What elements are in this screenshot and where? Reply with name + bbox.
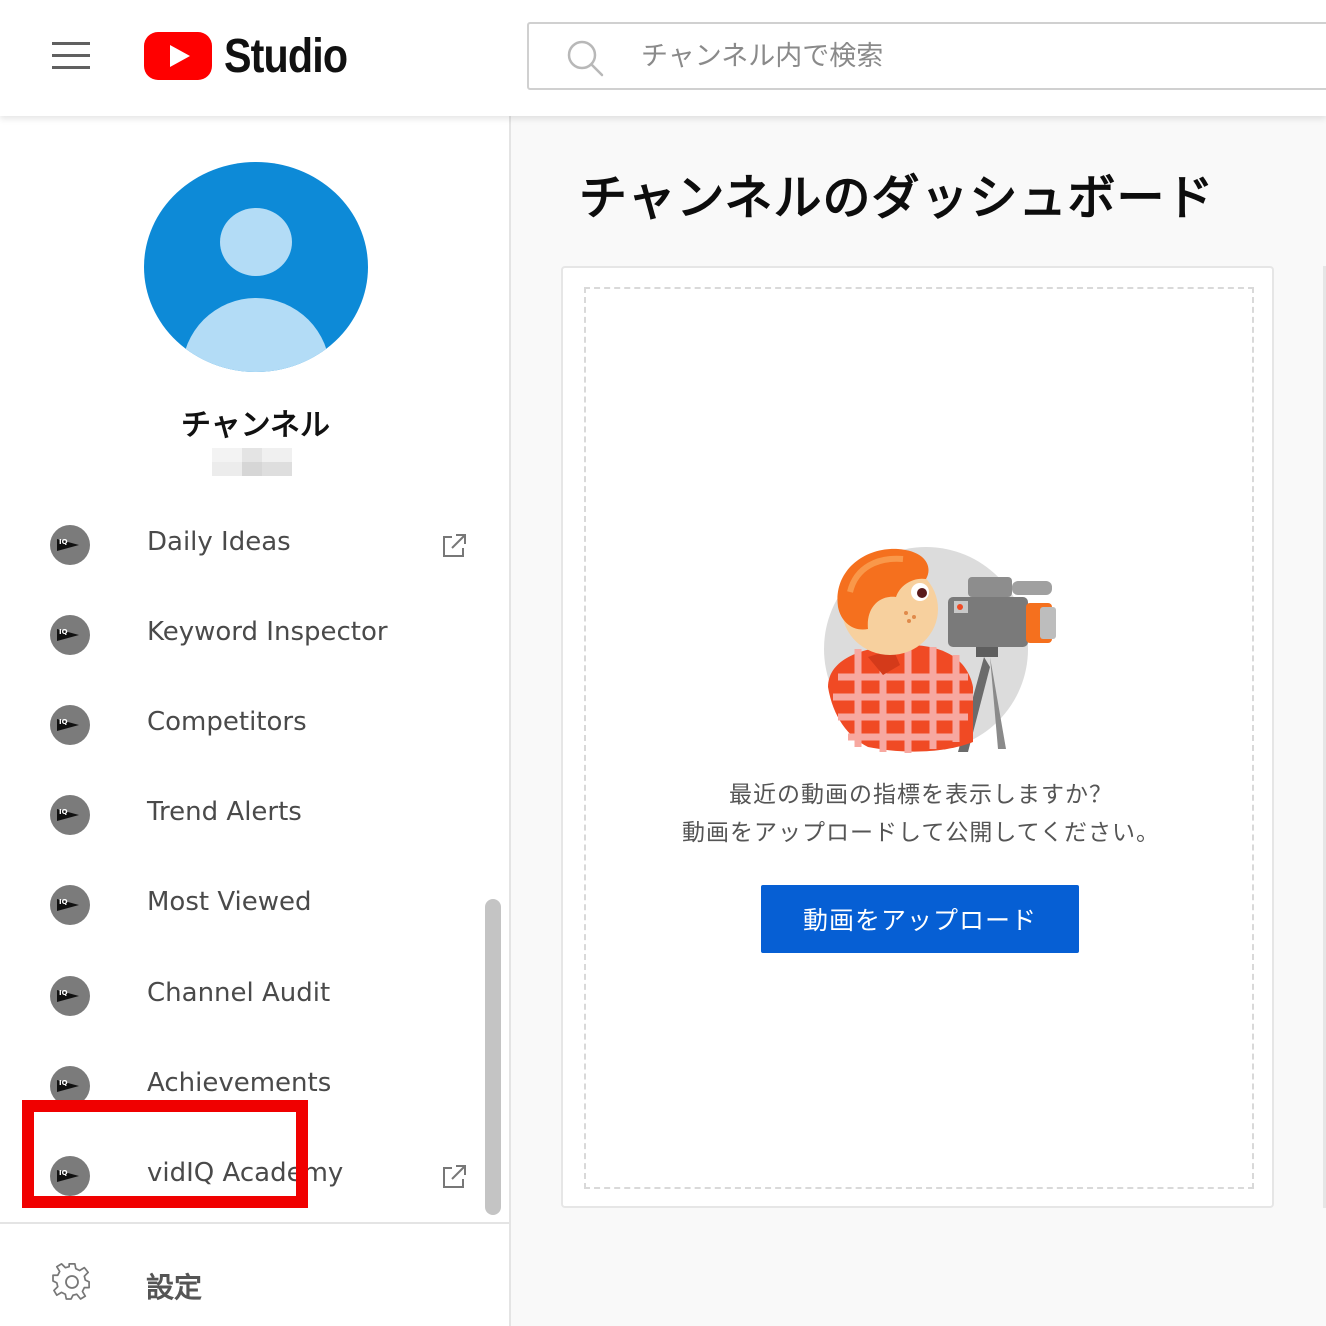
menu-item-label: Achievements xyxy=(147,1068,332,1098)
hamburger-icon[interactable] xyxy=(52,40,92,70)
logo-text: Studio xyxy=(224,29,348,83)
divider xyxy=(0,1222,509,1224)
empty-state-line-2: 動画をアップロードして公開してください。 xyxy=(682,820,1160,846)
settings-button[interactable]: 設定 xyxy=(0,1226,509,1326)
upload-video-button[interactable]: 動画をアップロード xyxy=(761,885,1079,953)
upload-card: 最近の動画の指標を表示しますか？ 動画をアップロードして公開してください。 動画… xyxy=(561,266,1274,1208)
vidiq-icon xyxy=(50,885,90,925)
menu-item-competitors[interactable]: Competitors xyxy=(0,680,500,770)
menu-item-label: Channel Audit xyxy=(147,978,331,1008)
menu-item-label: Daily Ideas xyxy=(147,527,291,557)
search-box[interactable] xyxy=(527,22,1326,90)
external-link-icon xyxy=(443,1165,466,1188)
channel-name: チャンネル xyxy=(180,408,331,443)
vidiq-icon xyxy=(50,525,90,565)
channel-handle-blurred xyxy=(212,448,292,476)
youtube-studio-logo[interactable]: Studio xyxy=(144,29,367,83)
gear-icon xyxy=(52,1262,90,1300)
search-input[interactable] xyxy=(641,32,1321,80)
menu-item-label: Most Viewed xyxy=(147,887,312,917)
vidiq-icon xyxy=(50,615,90,655)
menu-item-most-viewed[interactable]: Most Viewed xyxy=(0,860,500,950)
menu-item-label: Competitors xyxy=(147,707,307,737)
sidebar: チャンネル Daily Ideas Keyword Inspector Comp… xyxy=(0,116,511,1326)
vidiq-icon xyxy=(50,1066,90,1106)
channel-avatar[interactable] xyxy=(144,162,368,372)
top-bar: Studio xyxy=(0,0,1326,116)
avatar-body xyxy=(182,298,330,372)
menu-item-channel-audit[interactable]: Channel Audit xyxy=(0,951,500,1041)
camera-operator-illustration xyxy=(824,547,1056,753)
search-icon xyxy=(567,40,604,77)
settings-label: 設定 xyxy=(146,1271,203,1304)
sidebar-scrollbar[interactable] xyxy=(485,899,501,1215)
vidiq-icon xyxy=(50,1156,90,1196)
menu-item-label: vidIQ Academy xyxy=(147,1158,344,1188)
avatar-head xyxy=(220,208,292,276)
empty-state-line-1: 最近の動画の指標を表示しますか？ xyxy=(729,782,1113,808)
menu-item-trend-alerts[interactable]: Trend Alerts xyxy=(0,770,500,860)
menu-item-label: Keyword Inspector xyxy=(147,617,388,647)
vidiq-icon xyxy=(50,705,90,745)
external-link-icon xyxy=(443,534,466,557)
main-content: チャンネルのダッシュボード 最近の動画の指標を表示しますか？ 動画をアップロード… xyxy=(511,116,1326,1326)
vidiq-icon xyxy=(50,976,90,1016)
menu-item-vidiq-academy[interactable]: vidIQ Academy xyxy=(0,1131,500,1221)
upload-drop-area: 最近の動画の指標を表示しますか？ 動画をアップロードして公開してください。 動画… xyxy=(584,287,1254,1189)
youtube-play-icon xyxy=(144,32,212,80)
menu-item-label: Trend Alerts xyxy=(147,797,302,827)
vidiq-icon xyxy=(50,795,90,835)
menu-item-daily-ideas[interactable]: Daily Ideas xyxy=(0,500,500,590)
menu-item-keyword-inspector[interactable]: Keyword Inspector xyxy=(0,590,500,680)
page-title: チャンネルのダッシュボード xyxy=(579,170,1215,226)
menu-item-achievements[interactable]: Achievements xyxy=(0,1041,500,1131)
